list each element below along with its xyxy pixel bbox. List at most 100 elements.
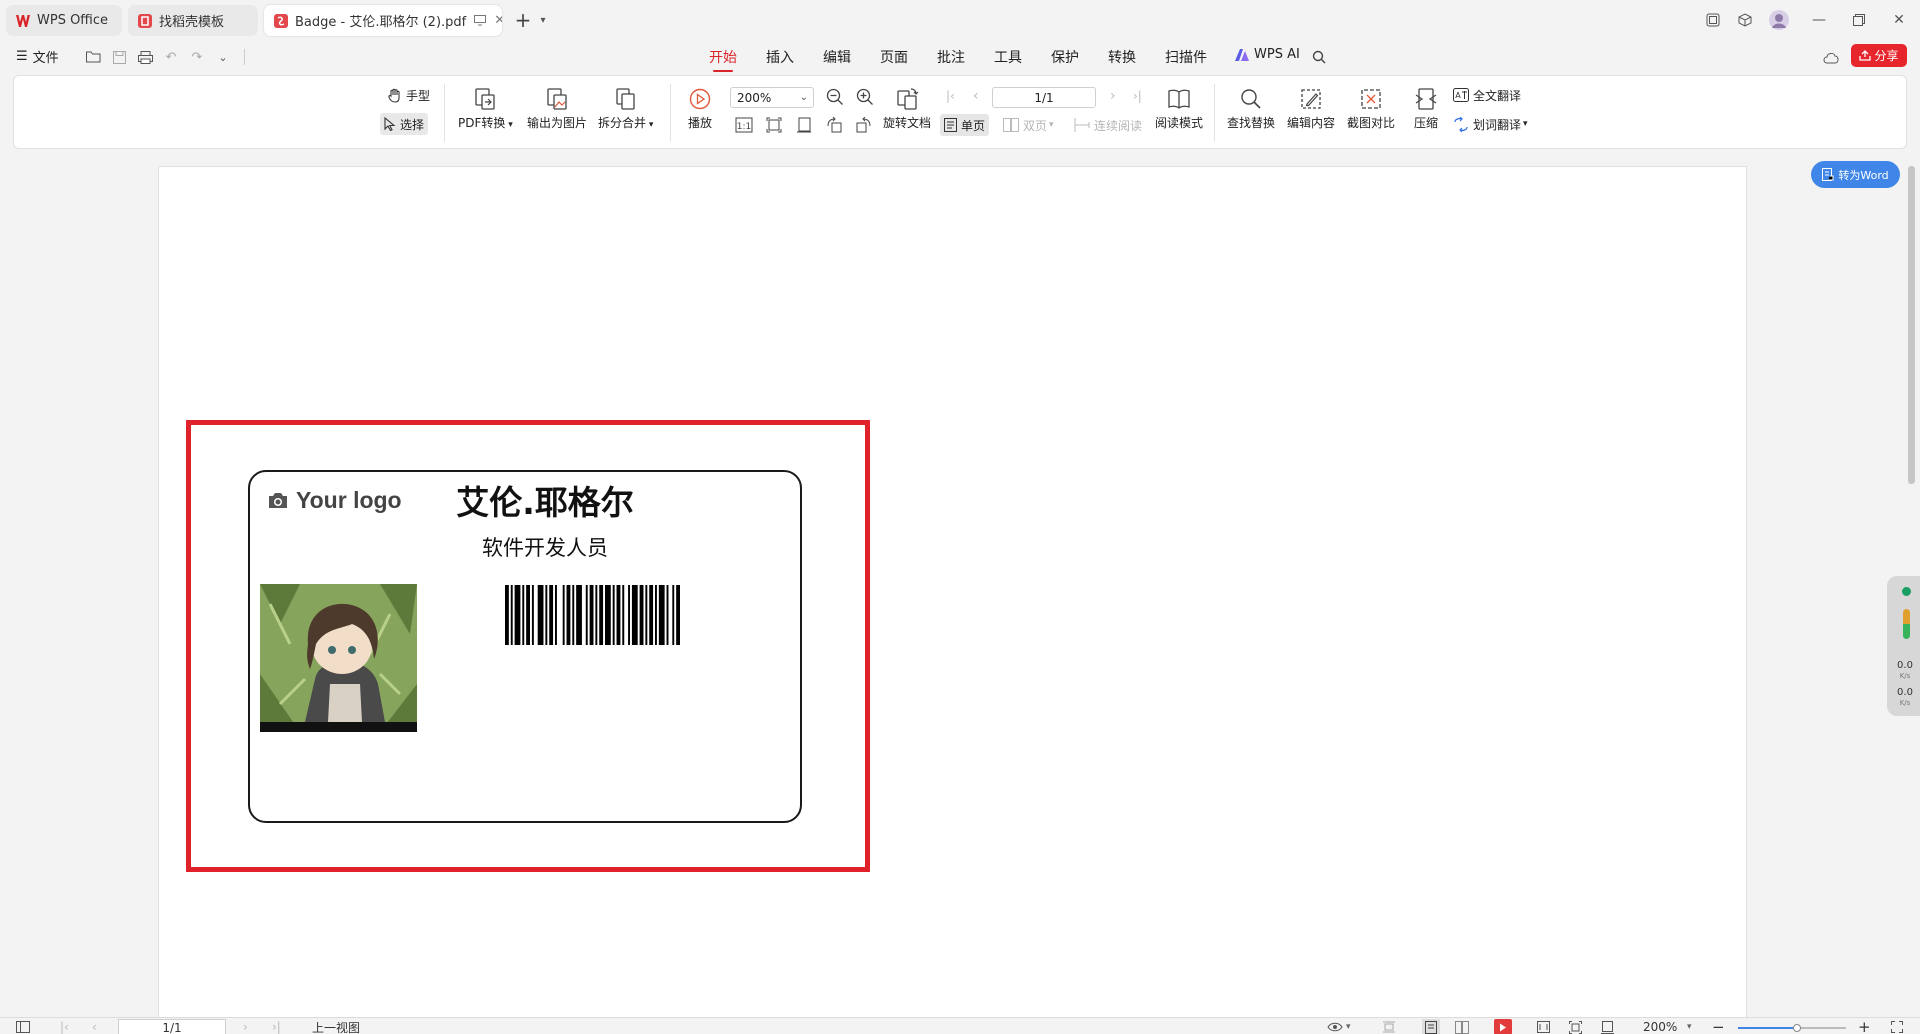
- status-zoom-in-icon[interactable]: +: [1858, 1018, 1871, 1034]
- first-page-icon[interactable]: |‹: [946, 89, 955, 103]
- wps-ai-button[interactable]: WPS AI: [1235, 47, 1300, 62]
- read-mode-button[interactable]: 阅读模式: [1155, 86, 1203, 131]
- zoom-select[interactable]: 200% ⌄: [730, 87, 814, 108]
- eye-chevron-icon[interactable]: ▾: [1346, 1019, 1351, 1034]
- tab-convert[interactable]: 转换: [1108, 47, 1136, 67]
- fit-page-status-icon[interactable]: [1569, 1019, 1582, 1034]
- magnifier-icon: [1238, 86, 1264, 112]
- restore-icon[interactable]: [1846, 8, 1872, 32]
- status-page-input[interactable]: 1/1: [118, 1019, 226, 1034]
- single-page-button[interactable]: 单页: [940, 114, 990, 136]
- print-icon[interactable]: [136, 49, 154, 65]
- status-prev-page-icon[interactable]: ‹: [92, 1019, 97, 1034]
- share-button[interactable]: 分享: [1851, 44, 1907, 67]
- single-view-icon[interactable]: [1422, 1019, 1440, 1034]
- split-merge-icon: [613, 86, 639, 112]
- page-number-input[interactable]: 1/1: [992, 87, 1096, 108]
- cube-icon[interactable]: [1732, 8, 1758, 32]
- previous-view-button[interactable]: 上一视图: [312, 1019, 360, 1034]
- play-button[interactable]: 播放: [687, 86, 713, 131]
- pdf-icon: [274, 13, 288, 28]
- export-image-icon: [544, 86, 570, 112]
- tab-badge-pdf[interactable]: Badge - 艾伦.耶格尔 (2).pdf ✕: [264, 5, 502, 36]
- download-speed: 0.0 K/s: [1893, 687, 1917, 709]
- compress-label: 压缩: [1413, 116, 1438, 130]
- actual-size-status-icon[interactable]: [1601, 1019, 1614, 1034]
- double-view-icon[interactable]: [1455, 1019, 1469, 1034]
- rotate-document-button[interactable]: 旋转文档: [883, 86, 931, 131]
- next-page-icon[interactable]: ›: [1110, 88, 1116, 104]
- last-page-icon[interactable]: ›|: [1133, 89, 1142, 103]
- fullscreen-icon[interactable]: [1891, 1019, 1903, 1034]
- rotate-right-icon[interactable]: [856, 117, 872, 133]
- continuous-read-button[interactable]: 连续阅读: [1070, 114, 1146, 136]
- compress-button[interactable]: 压缩: [1413, 86, 1439, 131]
- file-menu-button[interactable]: ☰ 文件: [16, 47, 59, 66]
- find-replace-button[interactable]: 查找替换: [1227, 86, 1275, 131]
- status-next-page-icon[interactable]: ›: [243, 1019, 248, 1034]
- tab-protect[interactable]: 保护: [1051, 47, 1079, 67]
- hand-tool-button[interactable]: 手型: [384, 84, 434, 106]
- edit-content-button[interactable]: 编辑内容: [1287, 86, 1335, 131]
- status-zoom-out-icon[interactable]: −: [1712, 1018, 1725, 1034]
- status-last-page-icon[interactable]: ›|: [272, 1019, 281, 1034]
- split-merge-button[interactable]: 拆分合并 ▾: [598, 86, 653, 131]
- close-tab-icon[interactable]: ✕: [494, 13, 502, 28]
- open-folder-icon[interactable]: [84, 49, 102, 65]
- status-play-icon[interactable]: [1494, 1019, 1512, 1034]
- tab-insert[interactable]: 插入: [766, 47, 794, 67]
- zoom-out-icon[interactable]: [826, 88, 844, 106]
- barcode-bar: [628, 585, 630, 645]
- convert-to-word-button[interactable]: 转为Word: [1811, 161, 1900, 188]
- tab-comment[interactable]: 批注: [937, 47, 965, 67]
- tab-docer[interactable]: 找稻壳模板: [128, 5, 258, 36]
- tab-label: WPS Office: [37, 13, 109, 28]
- status-zoom-value[interactable]: 200%: [1643, 1019, 1677, 1034]
- user-avatar[interactable]: [1766, 8, 1792, 32]
- fit-width-icon[interactable]: [796, 117, 812, 133]
- double-page-button[interactable]: 双页 ▾: [999, 114, 1058, 136]
- tab-start[interactable]: 开始: [709, 47, 737, 72]
- continuous-view-icon[interactable]: [1383, 1019, 1395, 1034]
- tab-edit[interactable]: 编辑: [823, 47, 851, 67]
- barcode-bar: [537, 585, 544, 645]
- screenshot-compare-button[interactable]: 截图对比: [1347, 86, 1395, 131]
- zoom-slider-thumb[interactable]: [1793, 1024, 1802, 1032]
- redo-icon[interactable]: ↷: [188, 49, 206, 65]
- status-first-page-icon[interactable]: |‹: [60, 1019, 69, 1034]
- export-image-button[interactable]: 输出为图片: [527, 86, 587, 131]
- word-translate-button[interactable]: 划词翻译 ▾: [1449, 113, 1532, 135]
- vertical-scrollbar-thumb[interactable]: [1908, 166, 1915, 484]
- rotate-left-icon[interactable]: [826, 117, 842, 133]
- badge-name: 艾伦.耶格尔: [456, 483, 634, 522]
- barcode-bar: [616, 585, 621, 645]
- zoom-slider-track[interactable]: [1738, 1024, 1846, 1032]
- minimize-icon[interactable]: —: [1806, 8, 1832, 32]
- eye-icon[interactable]: [1327, 1019, 1343, 1034]
- tab-list-chevron-icon[interactable]: ▾: [530, 8, 556, 32]
- badge-title: 软件开发人员: [482, 536, 608, 560]
- window-layout-icon[interactable]: [1700, 8, 1726, 32]
- zoom-dropdown-chevron-icon[interactable]: ▾: [1687, 1019, 1692, 1034]
- zoom-in-icon[interactable]: [856, 88, 874, 106]
- download-speed-unit: K/s: [1899, 699, 1911, 707]
- fit-width-status-icon[interactable]: [1537, 1019, 1550, 1034]
- cloud-icon[interactable]: [1822, 49, 1840, 65]
- close-window-icon[interactable]: ✕: [1886, 8, 1912, 32]
- prev-page-icon[interactable]: ‹: [973, 88, 979, 104]
- quick-access-chevron-icon[interactable]: ⌄: [214, 49, 232, 65]
- screen-icon[interactable]: [474, 15, 487, 26]
- full-translate-button[interactable]: A 全文翻译: [1449, 84, 1525, 106]
- sidebar-toggle-icon[interactable]: [16, 1019, 30, 1034]
- tab-page[interactable]: 页面: [880, 47, 908, 67]
- tab-wps-office[interactable]: WPS Office: [6, 5, 122, 36]
- fit-page-icon[interactable]: [766, 117, 782, 133]
- tab-scan[interactable]: 扫描件: [1165, 47, 1207, 67]
- actual-size-icon[interactable]: 1:1: [735, 117, 753, 133]
- tab-tools[interactable]: 工具: [994, 47, 1022, 67]
- select-tool-button[interactable]: 选择: [380, 113, 429, 135]
- undo-icon[interactable]: ↶: [162, 49, 180, 65]
- save-icon[interactable]: [110, 49, 128, 65]
- search-icon[interactable]: [1310, 49, 1328, 65]
- pdf-convert-button[interactable]: PDF转换 ▾: [458, 86, 513, 131]
